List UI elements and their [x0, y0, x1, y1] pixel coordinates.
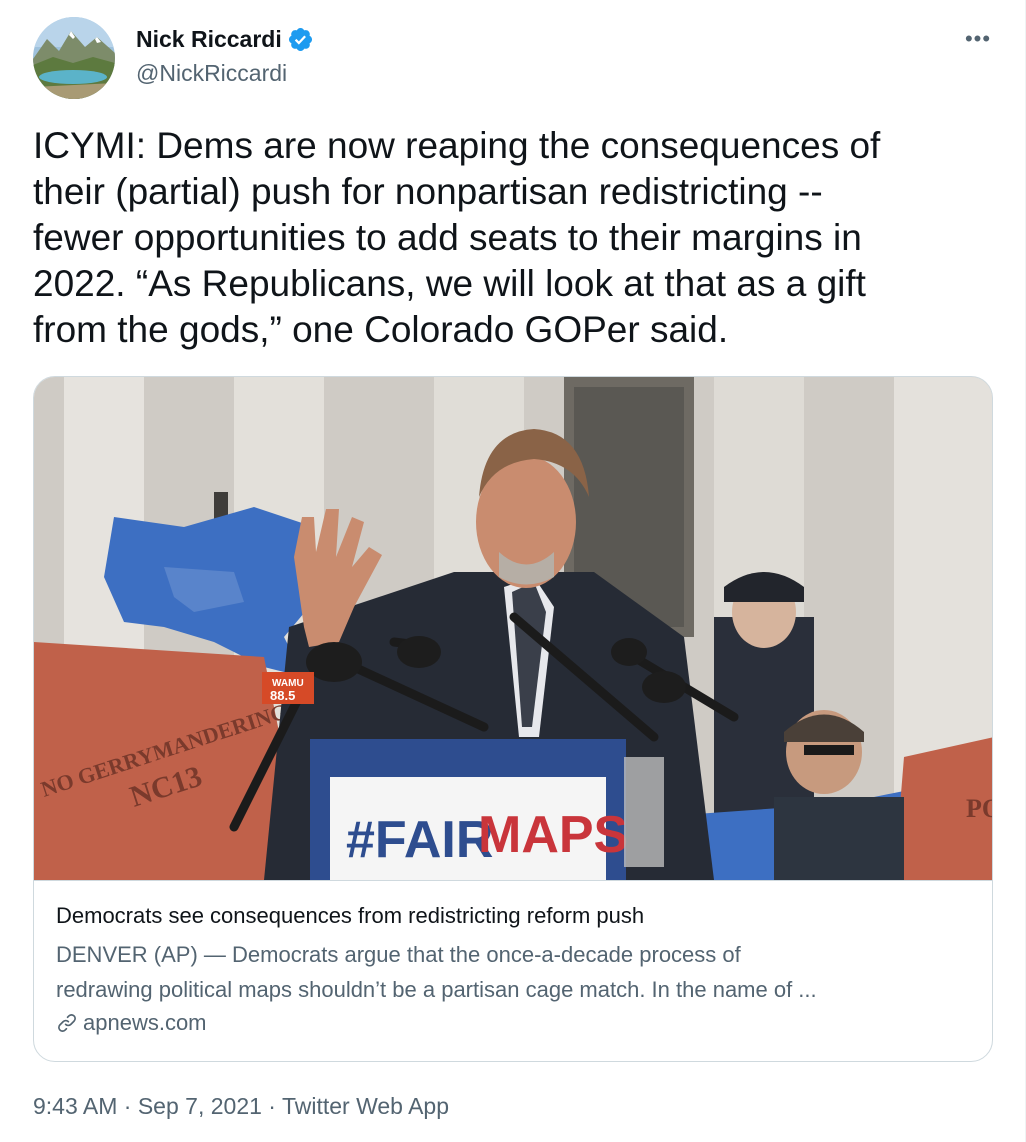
author-handle[interactable]: @NickRiccardi: [136, 60, 287, 87]
right-sign-text: PO: [966, 794, 993, 823]
sign-text-maps: MAPS: [478, 806, 628, 864]
card-description: DENVER (AP) — Democrats argue that the o…: [56, 937, 976, 1007]
tweet-source[interactable]: Twitter Web App: [282, 1093, 449, 1119]
card-domain-row[interactable]: apnews.com: [56, 1008, 976, 1038]
verified-badge-icon: [287, 26, 314, 53]
card-domain: apnews.com: [83, 1010, 207, 1035]
card-description-line-2: redrawing political maps shouldn’t be a …: [56, 977, 817, 1002]
mic-flag-frequency: 88.5: [270, 688, 295, 703]
card-meta: Democrats see consequences from redistri…: [56, 901, 976, 1038]
card-photo: NO GERRYMANDERING NC13 PO: [34, 377, 993, 880]
author-name-row: Nick Riccardi: [136, 24, 314, 54]
tweet-time[interactable]: 9:43 AM: [33, 1093, 117, 1119]
separator-dot: ·: [268, 1093, 276, 1119]
tweet-timestamp: 9:43 AM · Sep 7, 2021 · Twitter Web App: [33, 1093, 449, 1120]
mountain-lake-avatar-icon: [33, 17, 115, 99]
tweet-text: ICYMI: Dems are now reaping the conseque…: [33, 125, 881, 350]
separator-dot: ·: [123, 1093, 132, 1119]
card-title[interactable]: Democrats see consequences from redistri…: [56, 901, 976, 931]
tweet: Nick Riccardi @NickRiccardi ••• ICYMI: D…: [0, 0, 1026, 1142]
author-avatar[interactable]: [33, 17, 115, 99]
link-icon: [56, 1012, 78, 1034]
more-options-icon[interactable]: •••: [963, 24, 993, 54]
link-card[interactable]: NO GERRYMANDERING NC13 PO: [33, 376, 993, 1062]
sign-text-fair: #FAIR: [346, 811, 493, 869]
author-name[interactable]: Nick Riccardi: [136, 26, 282, 53]
tweet-date[interactable]: Sep 7, 2021: [138, 1093, 262, 1119]
more-options-label: •••: [964, 26, 992, 51]
card-image[interactable]: NO GERRYMANDERING NC13 PO: [34, 377, 993, 881]
card-description-line-1: DENVER (AP) — Democrats argue that the o…: [56, 942, 741, 967]
